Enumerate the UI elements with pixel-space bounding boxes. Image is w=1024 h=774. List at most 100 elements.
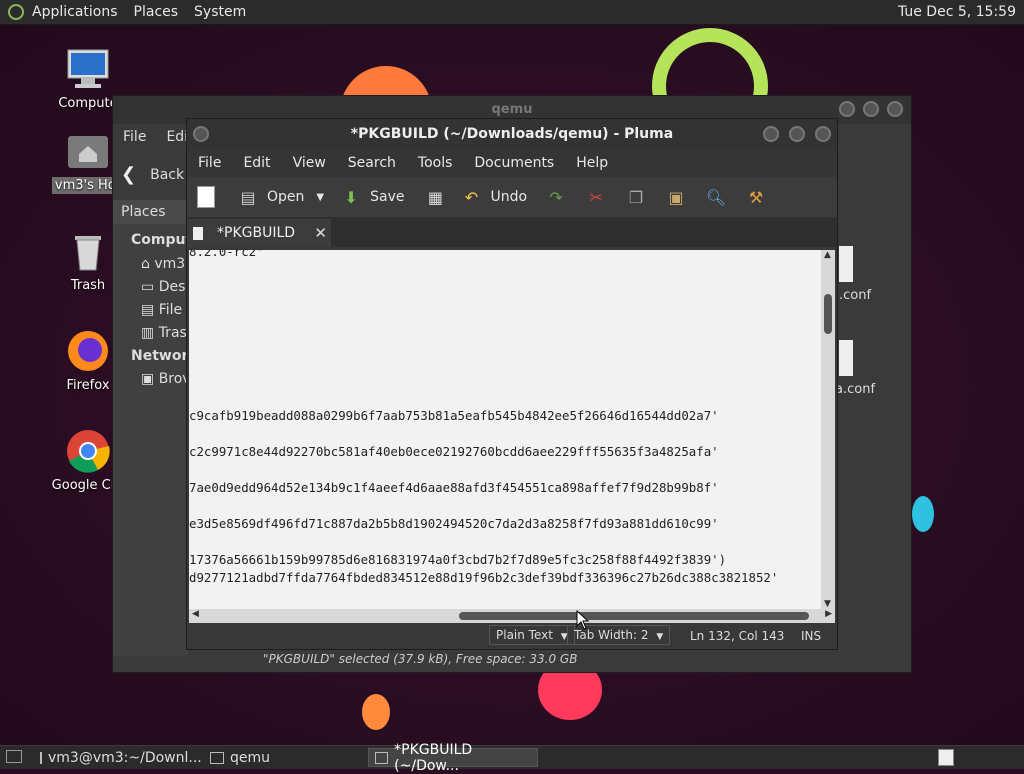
taskbar-item-qemu[interactable]: qemu <box>204 748 364 767</box>
paste-button[interactable]: ▣ <box>665 187 695 207</box>
cursor-position: Ln 132, Col 143 <box>690 629 785 643</box>
text-editor-window: *PKGBUILD (~/Downloads/qemu) - Pluma Fil… <box>186 118 838 650</box>
tab-pkgbuild[interactable]: *PKGBUILD ✕ <box>187 219 331 247</box>
sidebar-item-trash[interactable]: ▥ Tras <box>141 325 187 341</box>
taskbar-item-pluma[interactable]: *PKGBUILD (~/Dow... <box>368 742 538 774</box>
code-line: 8.2.0-rc2" <box>189 250 264 259</box>
sidebar-item-filesystem[interactable]: ▤ File <box>141 302 182 318</box>
save-button[interactable]: ⬇ Save <box>340 187 404 207</box>
editor-toolbar: ▤ Open ▼ ⬇ Save ▦ ↶ Undo ↷ ✂ ❐ ▣ 🔍︎ ⚒ <box>187 177 837 217</box>
workspace-switcher[interactable] <box>938 749 954 766</box>
new-button[interactable] <box>197 186 223 208</box>
fm-menu-file[interactable]: File <box>113 129 156 145</box>
copy-button[interactable]: ❐ <box>625 187 655 207</box>
vertical-scroll-thumb[interactable] <box>824 294 832 334</box>
menu-search[interactable]: Search <box>337 155 407 171</box>
chrome-icon <box>65 428 111 474</box>
close-tab-icon[interactable]: ✕ <box>314 224 327 242</box>
trash-icon <box>65 228 111 274</box>
computer-icon <box>65 46 111 92</box>
editor-minimize-button[interactable] <box>763 126 779 142</box>
file-label: a.conf <box>835 382 876 397</box>
file-icon <box>839 340 853 376</box>
horizontal-scrollbar[interactable]: ◀ ▶ <box>189 609 835 623</box>
menu-documents[interactable]: Documents <box>463 155 565 171</box>
scroll-up-icon[interactable]: ▲ <box>824 250 831 260</box>
search-icon: 🔍︎ <box>705 187 727 207</box>
replace-button[interactable]: ⚒ <box>745 187 775 207</box>
editor-close-button[interactable] <box>815 126 831 142</box>
clock[interactable]: Tue Dec 5, 15:59 <box>898 4 1016 20</box>
code-line: c9cafb919beadd088a0299b6f7aab753b81a5eaf… <box>189 408 719 423</box>
scroll-right-icon[interactable]: ▶ <box>825 609 832 619</box>
sidebar-item-browse[interactable]: ▣ Brov <box>141 371 191 387</box>
menu-applications[interactable]: Applications <box>24 4 126 20</box>
menu-tools[interactable]: Tools <box>407 155 464 171</box>
paste-icon: ▣ <box>668 187 684 207</box>
open-folder-icon: ▤ <box>240 187 256 207</box>
file-icon <box>839 246 853 282</box>
scroll-left-icon[interactable]: ◀ <box>192 609 199 619</box>
close-button[interactable] <box>887 101 903 117</box>
bottom-panel: vm3@vm3:~/Downl... qemu *PKGBUILD (~/Dow… <box>0 742 1024 774</box>
home-folder-icon <box>65 128 111 174</box>
code-line: c2c9971c8e44d92270bc581af40eb0ece0219276… <box>189 444 719 459</box>
open-button[interactable]: ▤ Open ▼ <box>237 187 324 207</box>
mate-logo-icon[interactable] <box>8 4 24 20</box>
file-label: .conf <box>839 288 872 303</box>
network-icon: ▣ <box>141 371 159 387</box>
undo-button[interactable]: ↶ Undo <box>460 187 527 207</box>
text-editor-icon <box>375 751 389 764</box>
scroll-down-icon[interactable]: ▼ <box>824 599 831 609</box>
sidebar-item-desktop[interactable]: ▭ Des <box>141 279 185 295</box>
editor-statusbar: Plain Text ▼ Tab Width: 2 ▼ Ln 132, Col … <box>187 623 837 649</box>
menu-view[interactable]: View <box>282 155 337 171</box>
file-manager-status: "PKGBUILD" selected (37.9 kB), Free spac… <box>263 652 578 666</box>
taskbar-item-terminal[interactable]: vm3@vm3:~/Downl... <box>34 748 204 767</box>
editor-menu-button[interactable] <box>193 126 209 142</box>
firefox-icon <box>65 328 111 374</box>
back-label: Back <box>150 166 185 183</box>
print-button[interactable]: ▦ <box>424 187 454 207</box>
editor-maximize-button[interactable] <box>789 126 805 142</box>
code-line: 17376a56661b159b99785d6e816831974a0f3cbd… <box>189 552 727 567</box>
show-desktop-icon[interactable] <box>6 750 22 763</box>
desktop-icon-label: Trash <box>70 278 106 293</box>
menu-file[interactable]: File <box>187 155 232 171</box>
text-editor-area[interactable]: 8.2.0-rc2" c9cafb919beadd088a0299b6f7aab… <box>189 250 821 609</box>
code-line: d9277121adbd7ffda7764fbded834512e88d19f9… <box>189 570 779 585</box>
places-header[interactable]: Places <box>113 200 188 224</box>
menu-places[interactable]: Places <box>126 4 187 20</box>
places-label: Places <box>121 204 166 220</box>
document-tabs: *PKGBUILD ✕ <box>187 217 837 247</box>
editor-menubar: File Edit View Search Tools Documents He… <box>187 149 837 177</box>
vertical-scrollbar[interactable]: ▲ ▼ <box>821 250 835 609</box>
back-arrow-icon: ❮ <box>121 164 137 185</box>
language-selector[interactable]: Plain Text ▼ <box>489 625 575 645</box>
menu-help[interactable]: Help <box>565 155 619 171</box>
trash-small-icon: ▥ <box>141 325 159 341</box>
desktop-icon: ▭ <box>141 279 159 295</box>
drive-icon: ▤ <box>141 302 159 318</box>
redo-icon: ↷ <box>549 187 563 207</box>
sidebar-item-home[interactable]: ⌂ vm3 <box>141 256 185 272</box>
editor-title: *PKGBUILD (~/Downloads/qemu) - Pluma <box>187 119 837 149</box>
horizontal-scroll-thumb[interactable] <box>459 612 809 620</box>
cut-button[interactable]: ✂ <box>585 187 615 207</box>
mouse-pointer-icon <box>576 610 590 630</box>
code-line: e3d5e8569df496fd71c887da2b5b8d1902494520… <box>189 516 719 531</box>
minimize-button[interactable] <box>839 101 855 117</box>
insert-mode: INS <box>801 629 822 643</box>
back-button[interactable]: ❮ Back <box>121 164 184 185</box>
find-button[interactable]: 🔍︎ <box>705 187 735 207</box>
decor-teal-drop <box>912 496 934 532</box>
menu-edit[interactable]: Edit <box>232 155 281 171</box>
menu-system[interactable]: System <box>186 4 254 20</box>
decor-orange-drop <box>362 694 390 730</box>
code-line: 7ae0d9edd964d52e134b9c1f4aeef4d6aae88afd… <box>189 480 719 495</box>
redo-button[interactable]: ↷ <box>545 187 575 207</box>
replace-icon: ⚒ <box>748 187 764 207</box>
maximize-button[interactable] <box>863 101 879 117</box>
open-dropdown-icon[interactable]: ▼ <box>316 192 324 203</box>
copy-icon: ❐ <box>628 187 644 207</box>
